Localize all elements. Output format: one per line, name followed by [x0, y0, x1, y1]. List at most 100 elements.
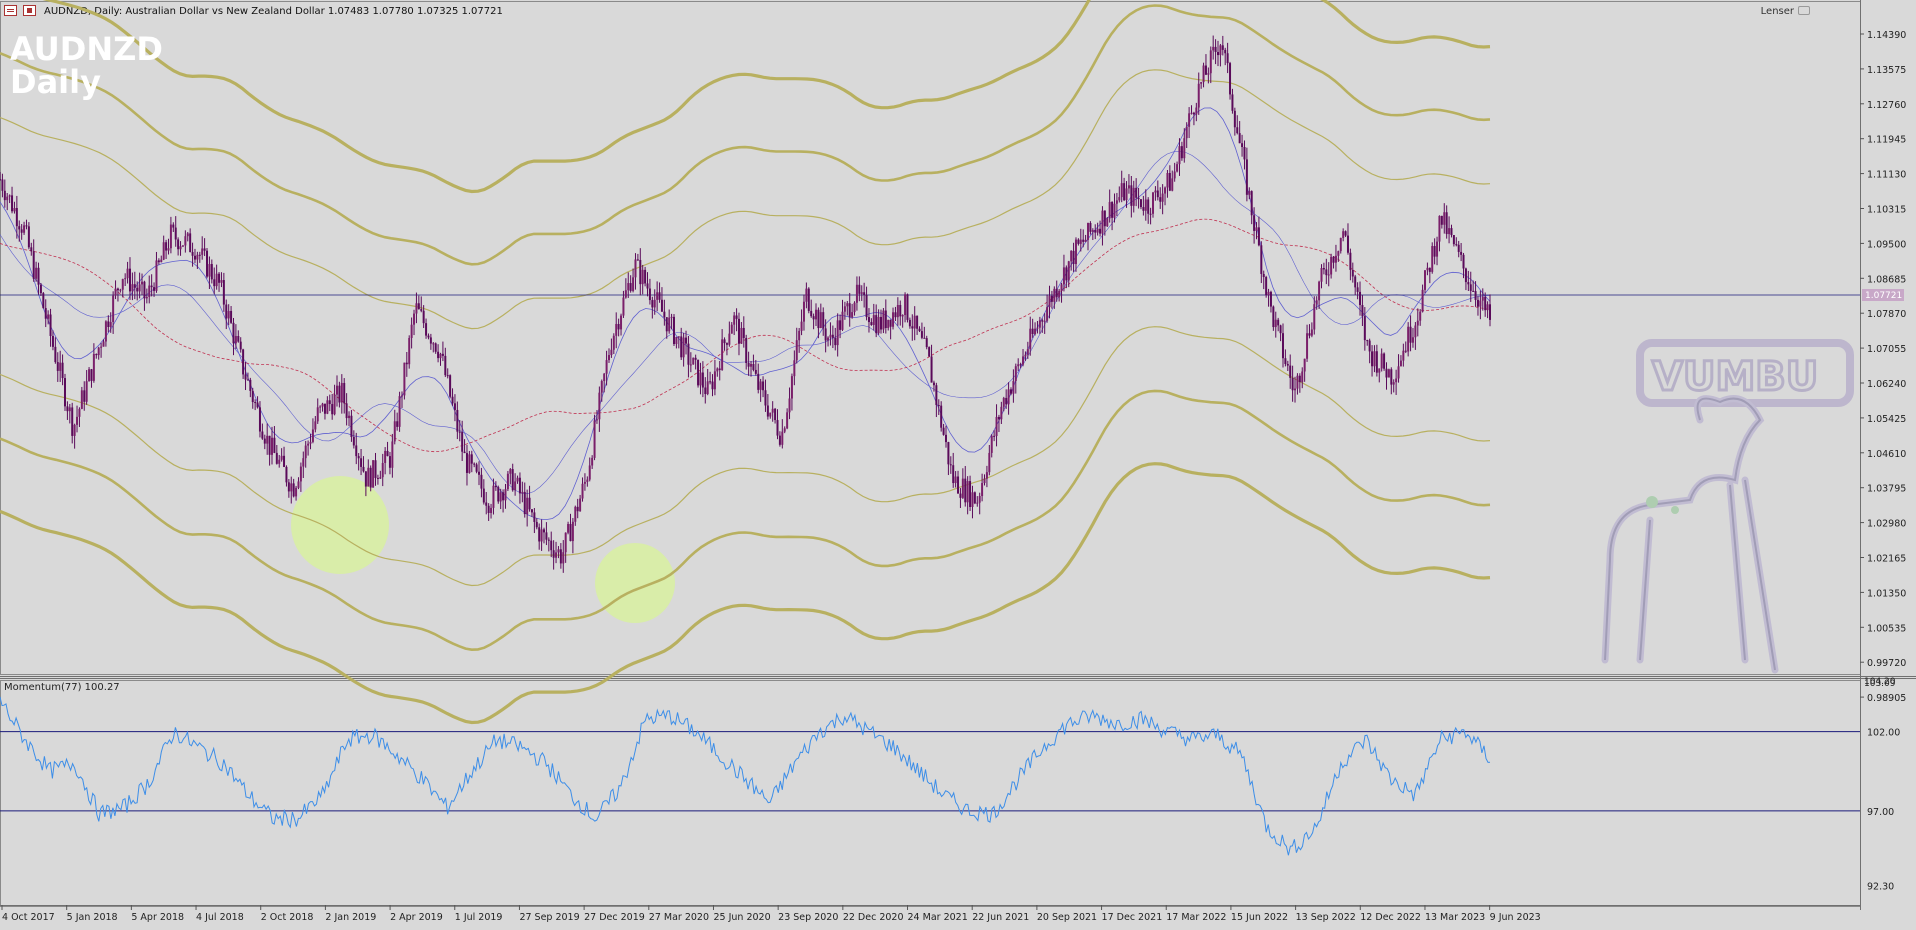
candle	[1197, 72, 1200, 115]
candle	[1096, 222, 1099, 236]
candle	[357, 453, 360, 471]
candle	[1106, 217, 1109, 227]
candle	[242, 348, 245, 379]
candle	[846, 300, 849, 316]
candle	[586, 476, 589, 487]
candle	[165, 239, 168, 260]
candle	[1219, 43, 1222, 67]
candle	[704, 377, 707, 404]
candle	[795, 327, 798, 364]
candle	[509, 468, 512, 485]
candle	[215, 264, 218, 290]
candle	[432, 342, 435, 353]
candle	[1031, 318, 1034, 338]
price-tick-label: 1.13575	[1867, 65, 1906, 76]
candle	[1450, 224, 1453, 238]
candle	[627, 272, 630, 298]
time-tick-label: 4 Oct 2017	[2, 912, 55, 923]
candle	[959, 488, 962, 508]
candle	[1414, 322, 1417, 350]
candle	[116, 287, 119, 302]
candle	[1164, 186, 1167, 206]
candle	[323, 403, 326, 420]
candle	[1484, 292, 1487, 317]
candle	[706, 369, 709, 396]
candle	[540, 519, 543, 551]
candle	[201, 236, 204, 260]
candle	[733, 311, 736, 336]
candle	[1438, 215, 1441, 252]
candle	[737, 312, 740, 356]
candle	[617, 318, 620, 337]
candle	[1373, 345, 1376, 373]
candle	[475, 462, 478, 474]
candle	[521, 481, 524, 503]
price-tick-label: 1.07870	[1867, 309, 1906, 320]
candle	[400, 391, 403, 408]
candle	[889, 319, 892, 340]
candle	[1050, 290, 1053, 309]
candle	[952, 452, 955, 488]
candle	[930, 344, 933, 383]
candle	[66, 401, 69, 420]
candle	[725, 342, 728, 356]
candle	[1241, 134, 1244, 157]
candle	[1262, 270, 1265, 290]
candle	[511, 463, 514, 492]
candle	[222, 272, 225, 312]
chart-canvas[interactable]: VUMBU 1.14390 1.13575 1.12760 1.11945 1.1113…	[0, 0, 1916, 930]
candle	[579, 494, 582, 512]
candle	[1397, 354, 1400, 383]
candle	[1132, 180, 1135, 213]
candle	[473, 462, 476, 468]
symbol-watermark: AUDNZD	[10, 30, 163, 68]
time-tick-label: 27 Sep 2019	[519, 912, 579, 923]
candle	[299, 462, 302, 492]
candle	[1320, 264, 1323, 289]
price-tick-label: 1.08685	[1867, 274, 1906, 285]
candle	[1202, 62, 1205, 88]
candle	[788, 387, 791, 420]
candle	[1301, 367, 1304, 389]
candle	[1091, 228, 1094, 241]
candle	[1154, 186, 1157, 201]
candle	[372, 460, 375, 488]
candle	[186, 232, 189, 242]
candle	[1366, 339, 1369, 346]
candle	[1361, 295, 1364, 327]
candle	[718, 361, 721, 381]
time-tick-label: 2 Oct 2018	[261, 912, 314, 923]
candle	[405, 352, 408, 377]
time-tick-label: 22 Jun 2021	[972, 912, 1029, 923]
candle	[899, 300, 902, 326]
candle	[23, 221, 26, 235]
candle	[487, 503, 490, 521]
momentum-pane-frame	[0, 680, 1861, 907]
candle	[393, 409, 396, 445]
candle	[1152, 191, 1155, 218]
candle	[872, 303, 875, 331]
candle	[181, 245, 184, 248]
candle	[1180, 141, 1183, 161]
candle	[268, 435, 271, 466]
candle	[1267, 288, 1270, 307]
candle	[1248, 187, 1251, 200]
candle	[1147, 197, 1150, 224]
candle	[607, 348, 610, 363]
candle	[976, 496, 979, 507]
candle	[632, 268, 635, 293]
candle	[275, 444, 278, 465]
time-tick-label: 24 Mar 2021	[908, 912, 968, 923]
candle	[882, 308, 885, 334]
candle	[620, 313, 623, 336]
candle	[138, 272, 141, 299]
candle	[1209, 46, 1212, 84]
candle	[59, 350, 62, 382]
candle	[1200, 81, 1203, 89]
candle	[490, 503, 493, 519]
candle	[287, 479, 290, 498]
candle	[675, 336, 678, 349]
candle	[1457, 240, 1460, 258]
time-tick-label: 5 Apr 2018	[131, 912, 184, 923]
candle	[576, 498, 579, 519]
